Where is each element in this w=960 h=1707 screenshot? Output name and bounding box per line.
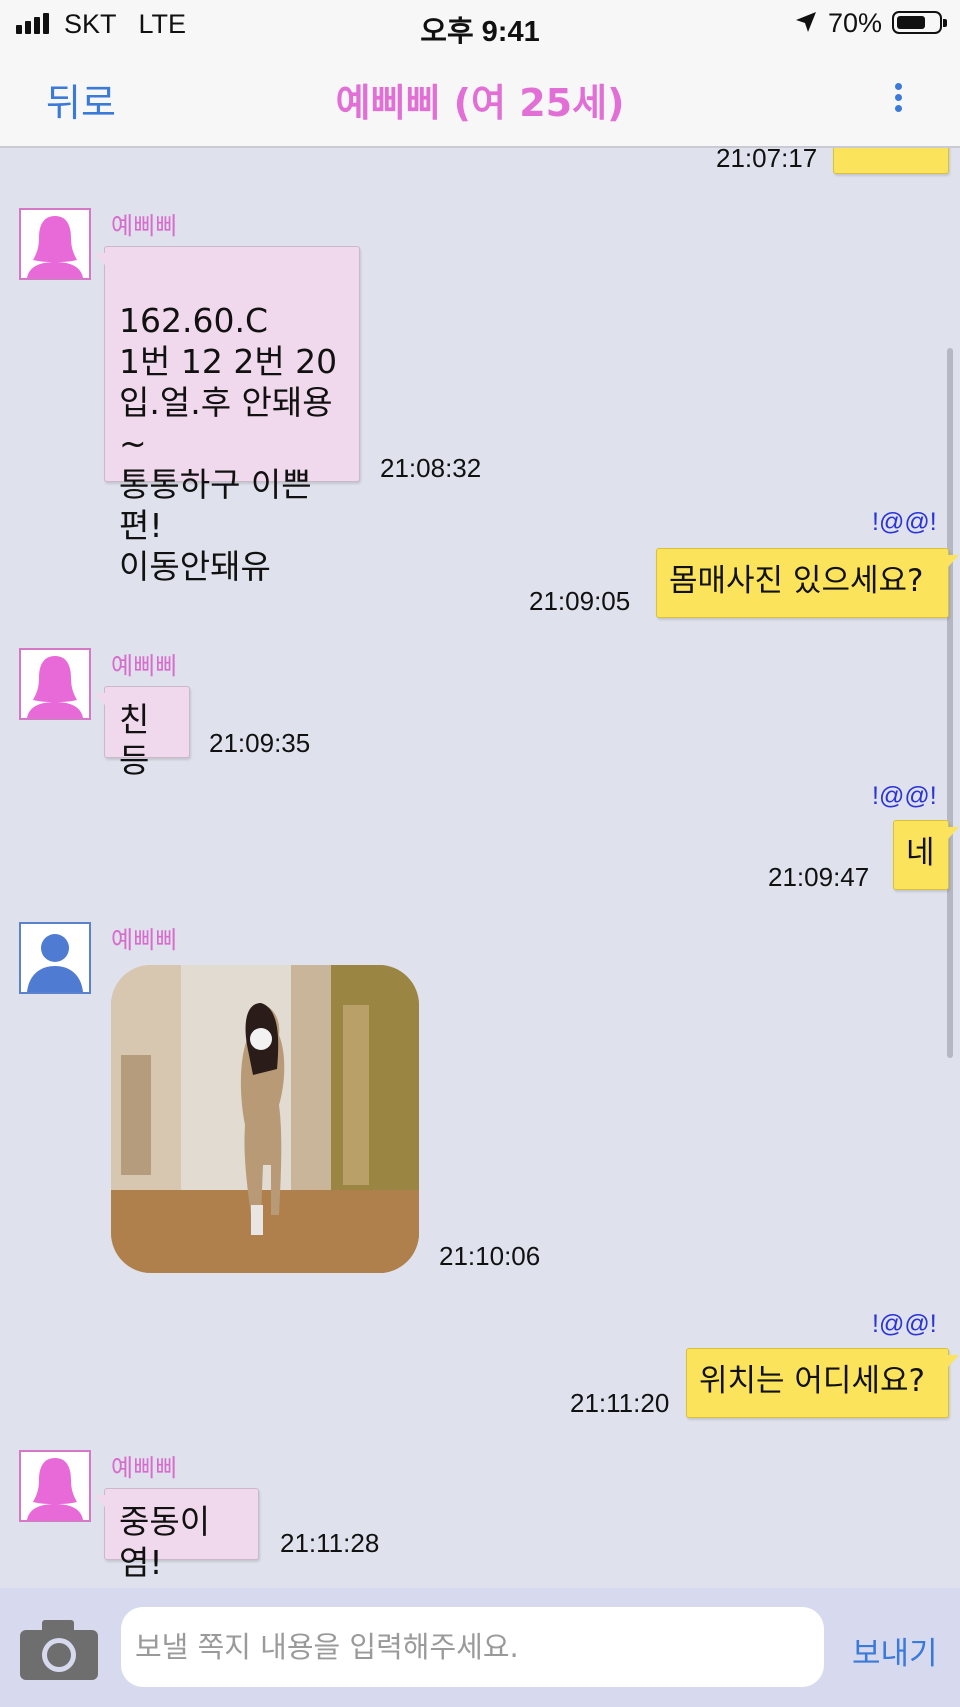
nav-bar: 뒤로 예삐삐 (여 25세) [0,50,960,148]
message-time: 21:09:47 [768,862,870,892]
self-name: !@@! [872,1310,937,1338]
outgoing-bubble [833,148,949,174]
message-time: 21:09:35 [209,728,311,758]
message-time: 21:11:28 [280,1528,380,1558]
message-list[interactable]: 21:07:17 예삐삐 162.60.C 1번 12 2번 20 입.얼.후 … [0,148,960,1588]
more-vertical-icon[interactable] [888,83,908,116]
incoming-bubble: 친등 [94,686,190,780]
status-bar: SKT LTE 오후 9:41 70% [0,0,960,50]
sender-name: 예삐삐 [111,652,178,680]
message-text: 몸매사진 있으세요? [669,563,924,599]
message-time: 21:08:32 [380,453,482,483]
camera-icon[interactable] [18,1618,100,1682]
female-avatar-icon[interactable] [19,1450,91,1522]
send-button[interactable]: 보내기 [852,1628,938,1673]
scrollbar[interactable] [947,348,953,1058]
photo-message[interactable] [111,965,419,1273]
sender-name: 예삐삐 [111,1454,178,1482]
self-name: !@@! [872,782,937,810]
message-text: 중동이염! [119,1502,211,1582]
composer-bar: 보내기 [0,1588,960,1707]
message-time: 21:10:06 [439,1241,541,1271]
message-text: 네 [906,835,935,871]
message-text: 친등 [119,700,150,780]
outgoing-bubble: 네 [893,820,959,890]
incoming-bubble: 중동이염! [94,1488,259,1582]
message-text: 162.60.C 1번 12 2번 20 입.얼.후 안돼용~ 통통하구 이쁜편… [119,301,338,586]
outgoing-bubble: 몸매사진 있으세요? [656,548,959,618]
location-icon [796,12,816,32]
male-avatar-icon[interactable] [19,922,91,994]
female-avatar-icon[interactable] [19,208,91,280]
chat-title: 예삐삐 (여 25세) [335,81,625,125]
message-time: 21:09:05 [529,586,631,616]
sender-name: 예삐삐 [111,926,178,954]
battery-icon [892,11,947,34]
female-avatar-icon[interactable] [19,648,91,720]
outgoing-bubble: 위치는 어디세요? [686,1348,959,1418]
battery-percent: 70% [828,8,883,38]
self-name: !@@! [872,508,937,536]
message-text: 위치는 어디세요? [699,1363,925,1399]
sender-name: 예삐삐 [111,212,178,240]
incoming-bubble: 162.60.C 1번 12 2번 20 입.얼.후 안돼용~ 통통하구 이쁜편… [94,246,360,586]
message-input[interactable] [121,1607,824,1687]
message-time: 21:07:17 [716,148,818,173]
message-time: 21:11:20 [570,1388,670,1418]
